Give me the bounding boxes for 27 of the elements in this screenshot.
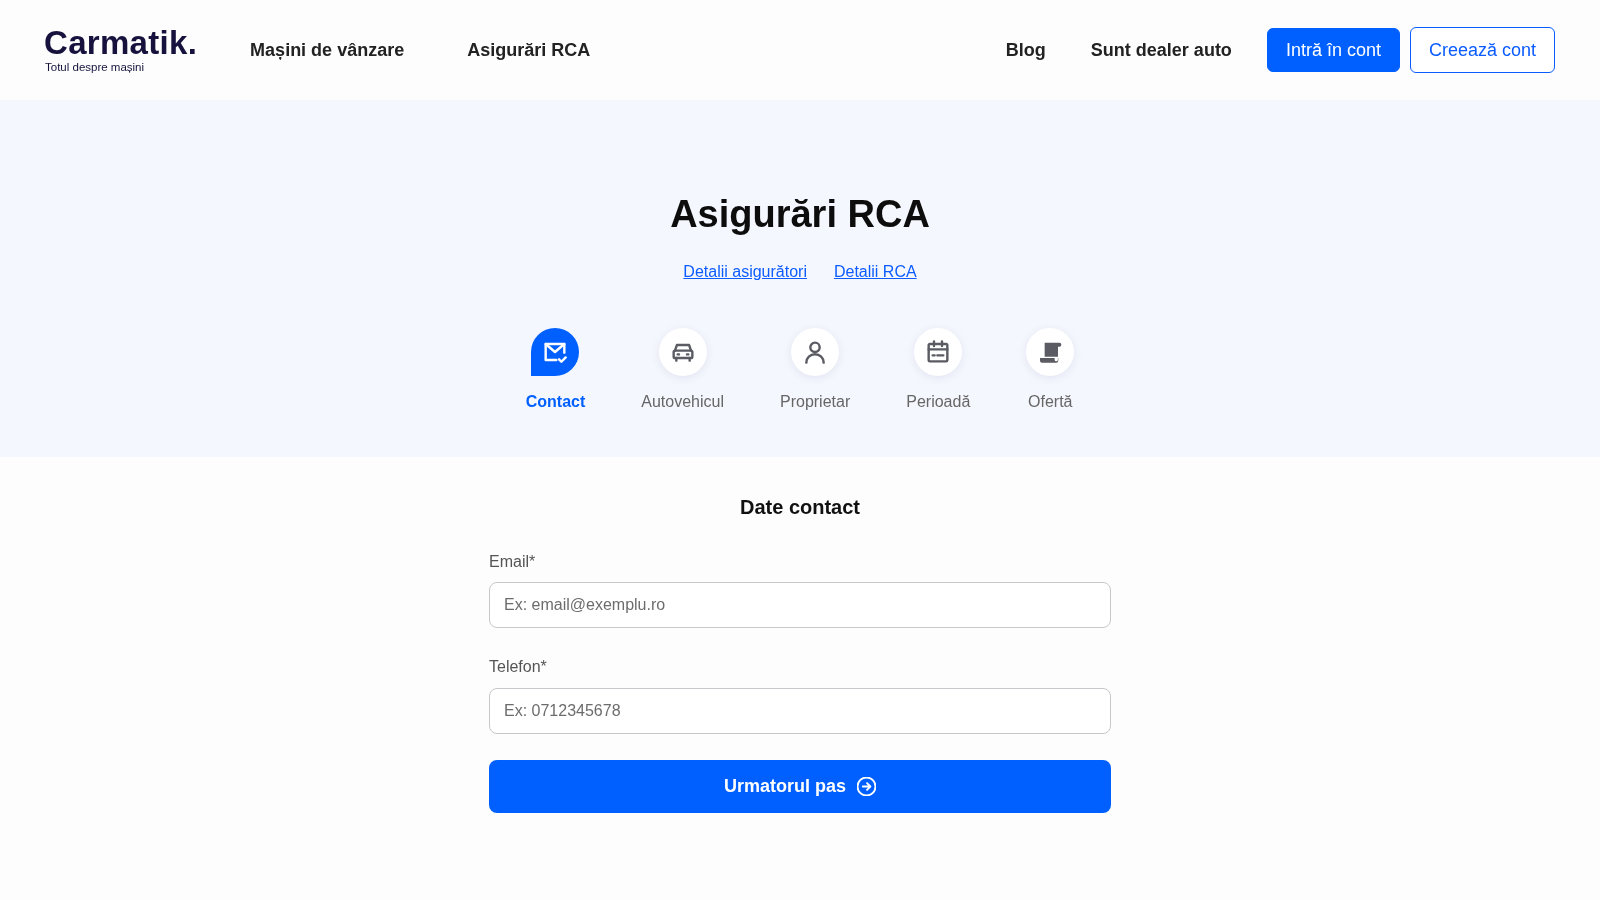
step-tab[interactable]: Autovehicul xyxy=(641,327,724,414)
next-step-button[interactable]: Urmatorul pas xyxy=(489,760,1111,813)
field-label: Telefon* xyxy=(489,657,548,677)
create-account-button[interactable]: Creează cont xyxy=(1409,27,1555,73)
step-tab[interactable]: Perioadă xyxy=(906,327,971,414)
person-icon xyxy=(791,327,840,376)
input-field[interactable]: Ex: email@exemplu.ro xyxy=(489,582,1111,628)
circle-arrow-icon xyxy=(857,777,876,796)
logo-wordmark[interactable]: Carmatik. xyxy=(44,26,198,60)
form-title: Date contact xyxy=(739,495,861,520)
step-tab[interactable]: Proprietar xyxy=(780,327,851,414)
calendar-icon xyxy=(914,327,963,376)
nav-link[interactable]: Asigurări RCA xyxy=(467,36,591,64)
step-tab[interactable]: Ofertă xyxy=(1026,327,1075,414)
page-title: Asigurări RCA xyxy=(670,192,930,237)
text-link[interactable]: Detalii asigurători xyxy=(683,259,807,284)
input-field[interactable]: Ex: 0712345678 xyxy=(489,688,1111,734)
field-label: Email* xyxy=(489,552,537,572)
scroll-icon xyxy=(1026,327,1075,376)
nav-link[interactable]: Sunt dealer auto xyxy=(1090,36,1232,64)
step-tab[interactable]: Contact xyxy=(525,327,586,414)
text-link[interactable]: Detalii RCA xyxy=(833,259,917,284)
logo-tagline: Totul despre mașini xyxy=(45,62,146,74)
nav-link[interactable]: Mașini de vânzare xyxy=(250,36,405,64)
login-button[interactable]: Intră în cont xyxy=(1266,28,1400,72)
nav-link[interactable]: Blog xyxy=(1005,36,1046,64)
car-icon xyxy=(658,327,707,376)
